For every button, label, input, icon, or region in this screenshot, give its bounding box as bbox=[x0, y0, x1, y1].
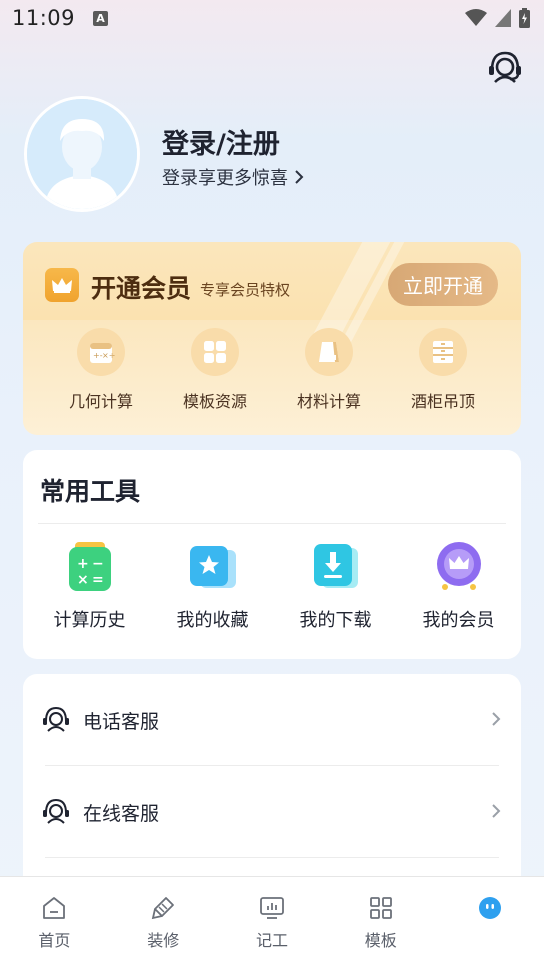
vip-card: 开通会员 专享会员特权 立即开通 +- ×÷ 几何计算 模板资源 材料计算 酒柜… bbox=[23, 242, 521, 435]
phone-service-row[interactable]: 电话客服 bbox=[23, 674, 521, 766]
chevron-right-icon bbox=[295, 170, 304, 184]
tab-label: 装修 bbox=[147, 931, 180, 950]
tab-label: 首页 bbox=[38, 931, 71, 950]
tab-decoration[interactable]: 装修 bbox=[109, 877, 218, 968]
brush-icon bbox=[152, 897, 175, 920]
vip-item-templates[interactable]: 模板资源 bbox=[158, 328, 272, 412]
tools-title: 常用工具 bbox=[40, 477, 141, 506]
vip-item-materials[interactable]: 材料计算 bbox=[272, 328, 386, 412]
open-vip-button[interactable]: 立即开通 bbox=[388, 263, 498, 306]
wifi-icon bbox=[465, 9, 487, 26]
headset-icon bbox=[43, 798, 69, 824]
status-time: 11:09 bbox=[12, 6, 76, 30]
grid-icon bbox=[204, 341, 226, 363]
tab-label: 记工 bbox=[255, 931, 288, 950]
tab-templates[interactable]: 模板 bbox=[326, 877, 435, 968]
tab-profile[interactable] bbox=[435, 877, 544, 968]
status-icons bbox=[465, 8, 530, 28]
online-service-row[interactable]: 在线客服 bbox=[23, 766, 521, 858]
vip-title: 开通会员 bbox=[91, 274, 192, 303]
svg-text:+: + bbox=[77, 556, 89, 572]
vip-item-label: 几何计算 bbox=[68, 392, 133, 411]
tool-favorites[interactable]: 我的收藏 bbox=[151, 542, 274, 632]
vip-item-geometry[interactable]: +- ×÷ 几何计算 bbox=[44, 328, 158, 412]
chevron-right-icon bbox=[492, 712, 501, 726]
vip-item-cabinet[interactable]: 酒柜吊顶 bbox=[386, 328, 500, 412]
login-subtitle-text: 登录享更多惊喜 bbox=[162, 168, 288, 189]
service-label: 电话客服 bbox=[83, 711, 160, 733]
login-register-title[interactable]: 登录/注册 bbox=[162, 122, 280, 161]
svg-text:−: − bbox=[92, 556, 104, 572]
calculator-icon: + − × = bbox=[68, 542, 111, 591]
svg-text:×÷: ×÷ bbox=[102, 351, 115, 360]
customer-service-icon[interactable] bbox=[486, 48, 524, 86]
svg-text:×: × bbox=[77, 572, 89, 588]
chevron-right-icon bbox=[492, 804, 501, 818]
vip-item-label: 材料计算 bbox=[296, 392, 361, 411]
vip-header: 开通会员 专享会员特权 立即开通 bbox=[23, 242, 521, 320]
grid-icon bbox=[369, 897, 392, 919]
service-label: 在线客服 bbox=[83, 803, 160, 825]
tool-label: 我的收藏 bbox=[176, 610, 249, 631]
calculator-icon: +- ×÷ bbox=[90, 343, 115, 363]
vip-item-label: 酒柜吊顶 bbox=[410, 392, 475, 411]
signal-icon bbox=[495, 9, 511, 27]
divider bbox=[45, 857, 499, 858]
tool-label: 我的下载 bbox=[299, 610, 372, 631]
vip-feature-list: +- ×÷ 几何计算 模板资源 材料计算 酒柜吊顶 bbox=[23, 328, 521, 412]
battery-icon bbox=[519, 8, 530, 28]
bottom-tab-bar: 首页 装修 记工 模板 bbox=[0, 876, 544, 968]
tools-list: + − × = 计算历史 我的收藏 我的下载 我的会员 bbox=[23, 542, 521, 632]
star-icon bbox=[189, 546, 236, 588]
headset-icon bbox=[43, 706, 69, 732]
tab-work-log[interactable]: 记工 bbox=[218, 877, 327, 968]
status-bar: 11:09 A bbox=[0, 0, 544, 36]
divider bbox=[38, 523, 506, 524]
cabinet-icon bbox=[433, 341, 453, 363]
tab-home[interactable]: 首页 bbox=[0, 877, 109, 968]
login-subtitle-link[interactable]: 登录享更多惊喜 bbox=[162, 164, 304, 190]
profile-blob-icon bbox=[478, 897, 501, 919]
tool-label: 计算历史 bbox=[53, 610, 126, 631]
tab-label: 模板 bbox=[364, 931, 397, 950]
vip-item-label: 模板资源 bbox=[182, 392, 247, 411]
tool-label: 我的会员 bbox=[422, 610, 495, 631]
material-icon bbox=[319, 342, 339, 362]
crown-icon bbox=[45, 268, 79, 302]
tool-downloads[interactable]: 我的下载 bbox=[274, 542, 397, 632]
avatar[interactable] bbox=[24, 96, 140, 212]
tool-calc-history[interactable]: + − × = 计算历史 bbox=[28, 542, 151, 632]
home-icon bbox=[43, 897, 66, 919]
tool-my-vip[interactable]: 我的会员 bbox=[397, 542, 520, 632]
notification-badge: A bbox=[93, 10, 109, 26]
vip-subtitle: 专享会员特权 bbox=[200, 281, 291, 299]
common-tools-card: 常用工具 + − × = 计算历史 我的收藏 我的下载 我的会员 bbox=[23, 450, 521, 659]
crown-icon bbox=[436, 542, 481, 590]
download-icon bbox=[313, 544, 358, 588]
default-avatar-icon bbox=[27, 99, 137, 209]
svg-text:=: = bbox=[92, 572, 104, 588]
chart-board-icon bbox=[260, 897, 284, 919]
